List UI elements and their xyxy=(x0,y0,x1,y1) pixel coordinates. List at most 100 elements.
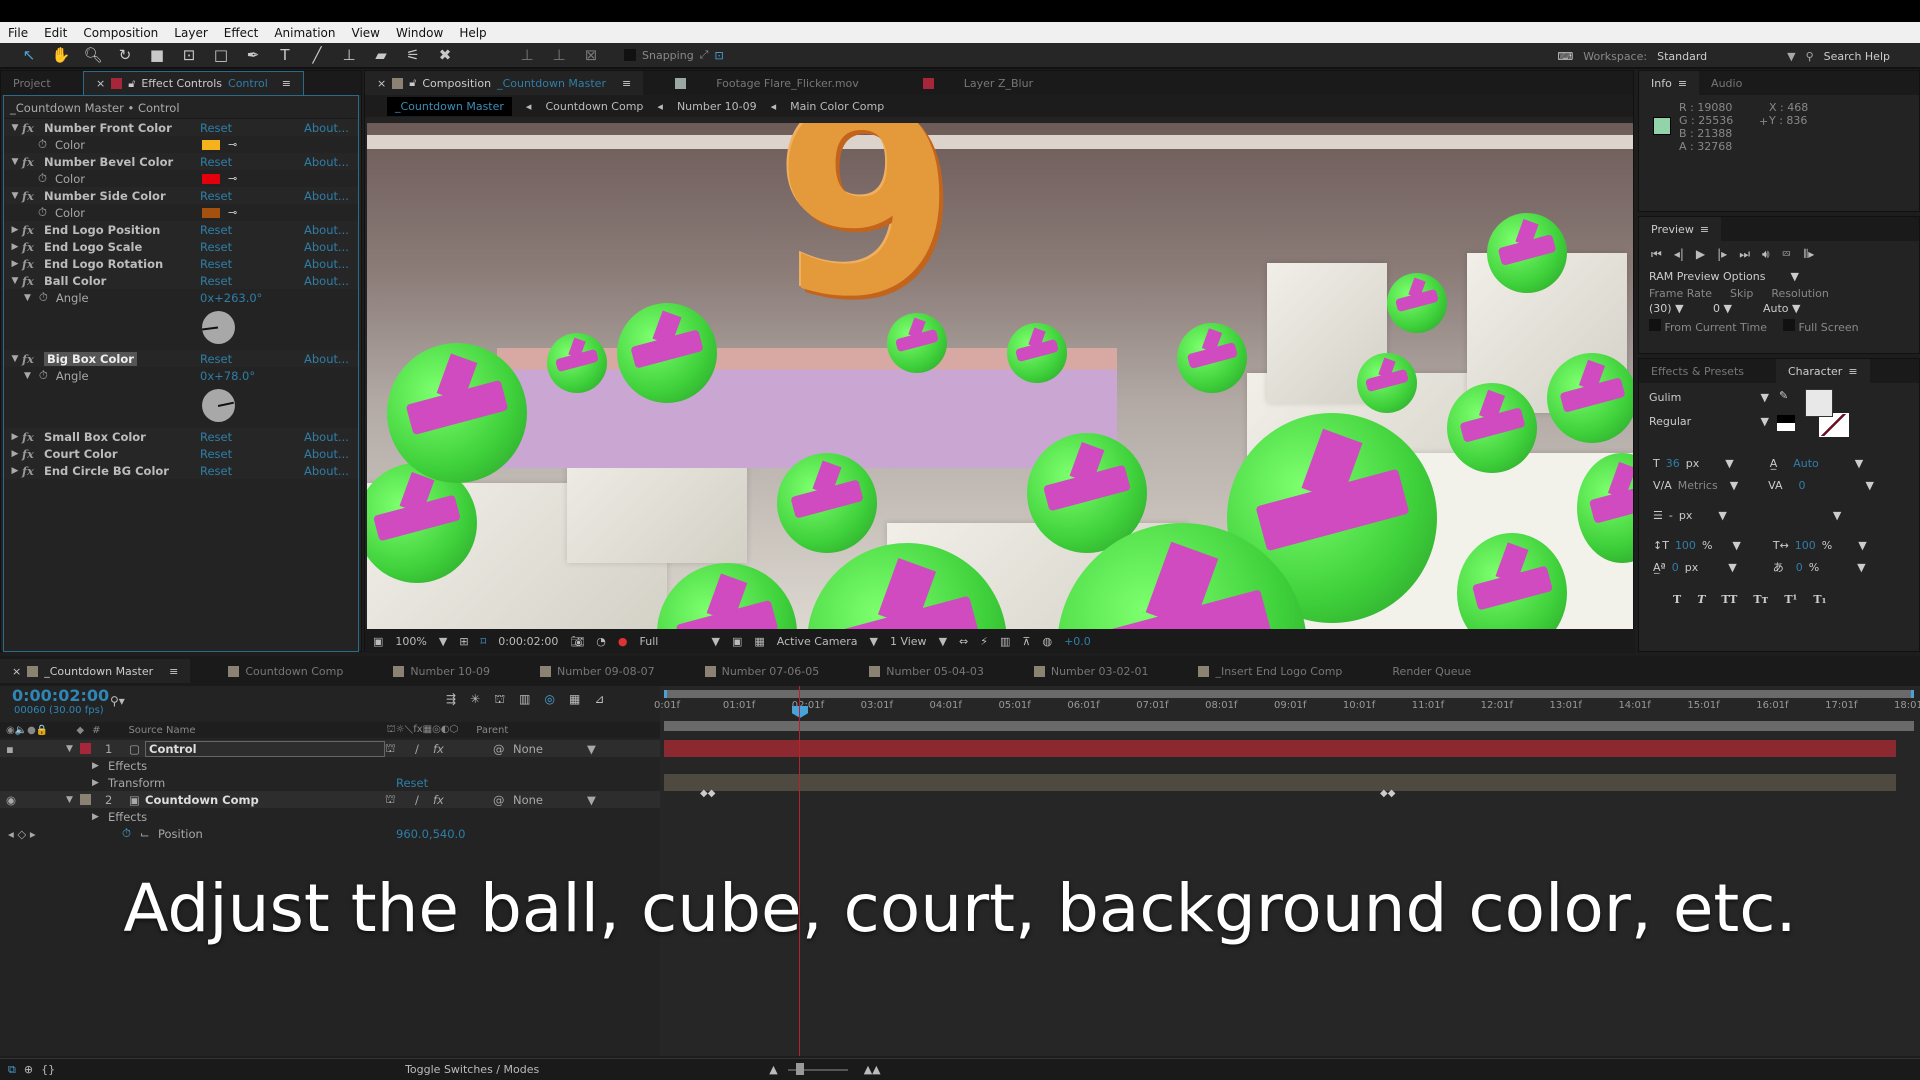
superscript-button[interactable]: T¹ xyxy=(1784,589,1797,611)
quality-switch-icon[interactable]: / xyxy=(415,793,433,807)
stroke-width-value[interactable]: - xyxy=(1669,505,1673,527)
panel-menu-icon[interactable]: ≡ xyxy=(282,77,291,90)
column-source-name[interactable]: Source Name xyxy=(128,725,378,736)
layer-name[interactable]: Countdown Comp xyxy=(145,793,385,807)
expand-right-icon[interactable]: ▶ xyxy=(8,466,22,476)
label-color-swatch[interactable] xyxy=(80,743,91,754)
camera-select[interactable]: Active Camera xyxy=(777,635,858,648)
fx-icon[interactable]: fx xyxy=(22,189,44,203)
panel-menu-icon[interactable]: ≡ xyxy=(169,665,178,678)
black-white-swatch[interactable] xyxy=(1777,415,1795,431)
local-axis-icon[interactable]: ⊥ xyxy=(516,46,538,64)
layer-bar-countdown-comp[interactable] xyxy=(664,774,1896,791)
channel-icon[interactable]: ● xyxy=(618,635,628,648)
timeline-tab[interactable]: Number 09-08-07 xyxy=(528,659,667,683)
about-link[interactable]: About... xyxy=(304,240,349,254)
menu-effect[interactable]: Effect xyxy=(224,26,259,40)
type-tool-icon[interactable]: T xyxy=(274,46,296,64)
faux-italic-button[interactable]: T xyxy=(1697,589,1705,611)
frame-blending-icon[interactable]: ▥ xyxy=(519,692,530,708)
angle-dial[interactable] xyxy=(4,306,358,350)
eyedropper-icon[interactable]: ⊸ xyxy=(228,206,237,219)
shy-layers-icon[interactable]: ⛫ xyxy=(494,692,505,708)
menu-layer[interactable]: Layer xyxy=(174,26,207,40)
pen-tool-icon[interactable]: ✒ xyxy=(242,46,264,64)
fx-icon[interactable]: fx xyxy=(22,121,44,135)
zoom-tool-icon[interactable]: 🔍︎ xyxy=(82,46,104,64)
menu-file[interactable]: File xyxy=(8,26,28,40)
layer-switches-icon[interactable]: ⧉ xyxy=(8,1063,16,1077)
view-layout-select[interactable]: 1 View xyxy=(890,635,927,648)
magnification-select[interactable]: 100% xyxy=(395,635,426,648)
hand-tool-icon[interactable]: ✋ xyxy=(50,46,72,64)
expand-right-icon[interactable]: ▶ xyxy=(92,812,108,822)
expand-down-icon[interactable]: ▼ xyxy=(8,354,22,364)
effect-row[interactable]: ▶ fx End Circle BG Color Reset About... xyxy=(4,462,358,479)
tab-project[interactable]: Project xyxy=(1,71,83,95)
zoom-out-icon[interactable]: ▲ xyxy=(769,1063,777,1076)
expand-right-icon[interactable]: ▶ xyxy=(8,242,22,252)
menu-animation[interactable]: Animation xyxy=(274,26,335,40)
snapping-checkbox[interactable] xyxy=(624,49,636,61)
shy-switch-icon[interactable]: ⛫ xyxy=(385,792,405,808)
frame-rate-select[interactable]: (30) ▼ xyxy=(1649,302,1699,315)
parent-select[interactable]: None xyxy=(513,793,587,807)
panel-menu-icon[interactable]: ≡ xyxy=(622,77,631,90)
tab-effect-controls[interactable]: × 🔓︎ Effect Controls Control ≡ xyxy=(83,71,304,95)
angle-value[interactable]: 0x+263.0° xyxy=(200,291,262,305)
stopwatch-icon[interactable]: ⏱ xyxy=(122,826,140,841)
resolution-select[interactable]: Auto ▼ xyxy=(1763,302,1833,315)
breadcrumb-item[interactable]: Countdown Comp xyxy=(545,100,643,113)
about-link[interactable]: About... xyxy=(304,189,349,203)
color-swatch[interactable] xyxy=(202,174,220,184)
effect-row[interactable]: ▶ fx End Logo Scale Reset About... xyxy=(4,238,358,255)
close-icon[interactable]: × xyxy=(377,77,386,90)
effect-row[interactable]: ▼ fx Ball Color Reset About... xyxy=(4,272,358,289)
effect-row[interactable]: ▶ fx Small Box Color Reset About... xyxy=(4,428,358,445)
reset-link[interactable]: Reset xyxy=(200,223,232,237)
effect-row[interactable]: ▼ fx Number Front Color Reset About... xyxy=(4,119,358,136)
about-link[interactable]: About... xyxy=(304,223,349,237)
expand-right-icon[interactable]: ▶ xyxy=(8,449,22,459)
draft-3d-icon[interactable]: ✳ xyxy=(470,692,480,708)
layer-property-group[interactable]: ▶ Effects xyxy=(0,808,660,825)
ram-preview-icon[interactable]: ⫴▸ xyxy=(1803,247,1814,262)
tracking-value[interactable]: 0 xyxy=(1799,475,1806,497)
dropdown-icon[interactable]: ▼ xyxy=(587,793,596,807)
expand-right-icon[interactable]: ▶ xyxy=(8,225,22,235)
vertical-scale-value[interactable]: 100 xyxy=(1675,535,1696,557)
effect-row[interactable]: ▼ fx Big Box Color Reset About... xyxy=(4,350,358,367)
reset-link[interactable]: Reset xyxy=(200,155,232,169)
dropdown-icon[interactable]: ▼ xyxy=(939,635,947,648)
keyframe-icon[interactable]: ◆◆ xyxy=(1380,788,1395,799)
tab-composition[interactable]: × 🔓︎ Composition _Countdown Master ≡ xyxy=(365,71,644,95)
time-ruler[interactable]: 0:01f 01:01f 02:01f 03:01f 04:01f 05:01f 06:01… xyxy=(654,698,1920,720)
skip-select[interactable]: 0 ▼ xyxy=(1713,302,1749,315)
stroke-type-select[interactable]: ▼ xyxy=(1833,505,1841,527)
snapping-toggle[interactable]: Snapping ⤢ ⊡ xyxy=(624,48,724,62)
next-frame-icon[interactable]: |▸ xyxy=(1717,247,1727,262)
about-link[interactable]: About... xyxy=(304,274,349,288)
fx-icon[interactable]: fx xyxy=(22,240,44,254)
lock-icon[interactable]: 🔓︎ xyxy=(128,77,135,91)
timeline-tab[interactable]: Number 10-09 xyxy=(381,659,502,683)
expand-right-icon[interactable]: ▶ xyxy=(92,778,108,788)
workspace-select[interactable]: Standard xyxy=(1657,50,1777,63)
eye-icon[interactable]: ◉ xyxy=(6,793,26,807)
reset-link[interactable]: Reset xyxy=(200,352,232,366)
timeline-icon[interactable]: ▥ xyxy=(1000,635,1010,648)
expand-right-icon[interactable]: ▶ xyxy=(8,259,22,269)
reset-link[interactable]: Reset xyxy=(200,274,232,288)
rotation-tool-icon[interactable]: ↻ xyxy=(114,46,136,64)
fill-color-swatch[interactable] xyxy=(1805,389,1833,417)
reset-link[interactable]: Reset xyxy=(200,447,232,461)
timeline-tab[interactable]: Number 07-06-05 xyxy=(693,659,832,683)
about-link[interactable]: About... xyxy=(304,257,349,271)
eyedropper-icon[interactable]: ✎ xyxy=(1779,389,1788,402)
about-link[interactable]: About... xyxy=(304,121,349,135)
exposure-value[interactable]: +0.0 xyxy=(1064,635,1091,648)
expand-down-icon[interactable]: ▼ xyxy=(8,276,22,286)
tab-info[interactable]: Info ≡ xyxy=(1639,71,1700,95)
angle-dial[interactable] xyxy=(4,384,358,428)
fx-switch-icon[interactable]: fx xyxy=(433,742,493,756)
